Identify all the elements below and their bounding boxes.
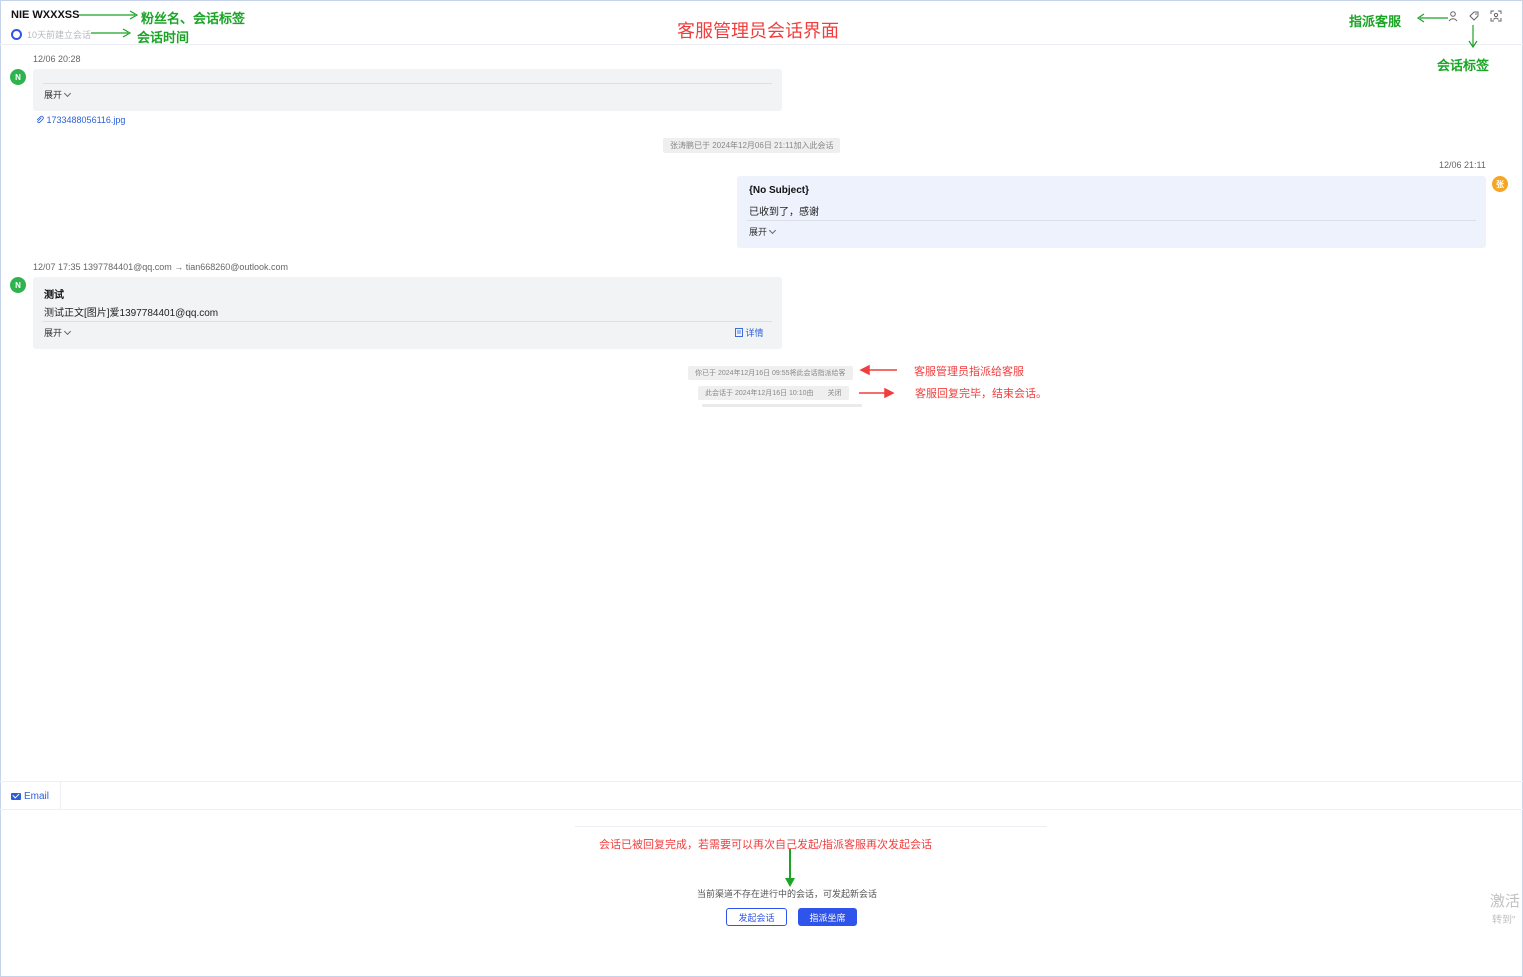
system-notice: 张涛鹏已于 2024年12月06日 21:11加入此会话 [663,138,841,153]
channel-notice: 当前渠道不存在进行中的会话，可发起新会话 [697,889,878,899]
expand-toggle[interactable]: 展开 [44,88,72,101]
channel-divider-top [0,781,1523,782]
annotation-arrow-down [785,849,795,887]
message-body: 已收到了，感谢 [749,207,819,218]
detail-link[interactable]: 详情 [735,326,764,339]
bubble-divider [43,83,772,84]
mail-icon [11,792,21,800]
close-notice-status: 关闭 [827,390,842,397]
attachment-link[interactable]: 1733488056116.jpg [35,115,125,125]
tab-email-label: Email [24,790,50,802]
chevron-down-icon [63,89,72,98]
activation-watermark-sub: 转到" [1492,915,1516,926]
tag-icon[interactable] [1467,9,1481,23]
close-notice-text: 此会话于 2024年12月16日 10:10由 [705,390,814,397]
message-bubble: {No Subject} 已收到了，感谢 展开 [737,176,1486,248]
avatar: N [10,69,26,85]
message-timestamp: 12/06 21:11 [1439,160,1486,170]
activation-watermark: 激活 [1490,893,1521,910]
scan-user-icon[interactable] [1489,9,1503,23]
chevron-down-icon [63,327,72,336]
message-body: 测试正文[图片]爱1397784401@qq.com [44,308,219,319]
user-icon[interactable] [1446,9,1460,23]
tab-email[interactable]: Email [1,782,61,810]
annotation-close-note: 客服回复完毕，结束会话。 [915,388,1047,400]
notice-underline [702,404,862,407]
annotation-session-time: 会话时间 [137,30,190,45]
annotation-assign-note: 客服管理员指派给客服 [914,366,1024,378]
annotation-assign: 指派客服 [1349,14,1402,29]
avatar: N [10,277,26,293]
assign-agent-button[interactable]: 指派坐席 [798,908,857,926]
footer-divider [575,826,1047,827]
annotation-arrows-red [859,364,897,399]
expand-label: 展开 [44,328,63,338]
expand-toggle[interactable]: 展开 [44,326,72,339]
chevron-down-icon [768,226,777,235]
attachment-filename: 1733488056116.jpg [46,115,126,125]
message-meta: 12/07 17:35 1397784401@qq.com → tian6682… [33,262,288,272]
expand-toggle[interactable]: 展开 [749,225,777,238]
annotation-bottom-note: 会话已被回复完成，若需要可以再次自己发起/指派客服再次发起会话 [599,839,933,851]
message-timestamp: 12/06 20:28 [33,54,81,64]
bubble-divider [747,220,1476,221]
bubble-divider [43,321,772,322]
annotation-tag: 会话标签 [1437,58,1490,73]
message-bubble: 测试 测试正文[图片]爱1397784401@qq.com 展开 详情 [33,277,782,349]
system-notice-close: 此会话于 2024年12月16日 10:10由 关闭 [698,386,849,400]
start-session-button[interactable]: 发起会话 [726,908,787,926]
paperclip-icon [36,115,44,124]
annotation-fan-name: 粉丝名、会话标签 [141,11,246,26]
message-subject: {No Subject} [749,185,810,196]
message-subject: 测试 [44,290,64,301]
avatar: 张 [1492,176,1508,192]
expand-label: 展开 [749,227,768,237]
system-notice-assign: 你已于 2024年12月16日 09:55将此会话指派给客 [688,366,853,380]
document-icon [735,328,743,337]
channel-divider-bottom [0,809,1523,810]
detail-label: 详情 [745,328,764,338]
message-bubble: 展开 [33,69,782,111]
expand-label: 展开 [44,90,63,100]
